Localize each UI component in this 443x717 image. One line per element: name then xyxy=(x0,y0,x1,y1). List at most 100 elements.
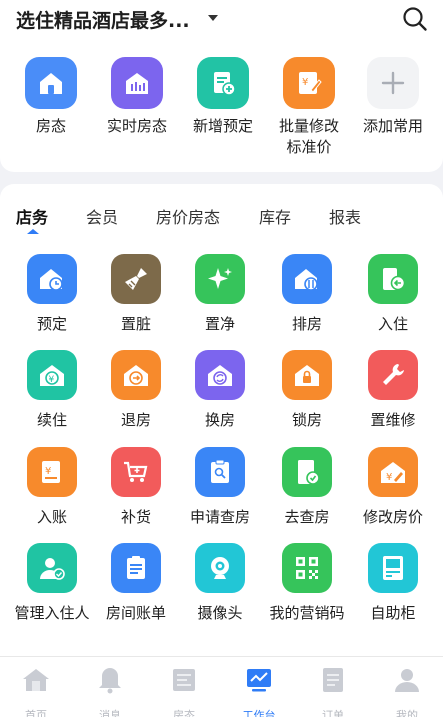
check-out-icon xyxy=(111,350,161,400)
grid-item-set-maintenance[interactable]: 置维修 xyxy=(349,350,437,430)
grid-item-label: 锁房 xyxy=(291,411,322,429)
quick-action-add-favorite[interactable]: 添加常用 xyxy=(350,57,436,137)
grid-item-label: 管理入住人 xyxy=(14,604,90,622)
grid-item-restock[interactable]: 补货 xyxy=(92,447,180,527)
profile-icon xyxy=(395,669,419,692)
grid-item-mark-dirty[interactable]: 置脏 xyxy=(92,254,180,334)
tab-members[interactable]: 会员 xyxy=(86,204,118,228)
nav-room-status[interactable]: 房态 xyxy=(154,665,214,717)
nav-label: 工作台 xyxy=(242,709,276,717)
grid-item-label: 排房 xyxy=(291,315,322,333)
cart-icon xyxy=(111,447,161,497)
sparkle-icon xyxy=(195,254,245,304)
tab-reports[interactable]: 报表 xyxy=(329,204,361,228)
price-edit-icon: ¥ xyxy=(283,57,335,109)
grid-item-edit-room-price[interactable]: ¥ 修改房价 xyxy=(349,447,437,527)
grid-item-marketing-code[interactable]: 我的营销码 xyxy=(263,543,351,623)
qr-code-icon xyxy=(282,543,332,593)
tab-indicator xyxy=(27,229,39,234)
grid-item-go-inspect[interactable]: 去查房 xyxy=(263,447,351,527)
broom-icon xyxy=(111,254,161,304)
grid-item-check-out[interactable]: 退房 xyxy=(92,350,180,430)
grid-item-label: 我的营销码 xyxy=(269,604,345,622)
quick-actions: 房态 实时房态 新增预定 ¥ 批量修改 标准价 添加常用 xyxy=(0,40,443,172)
grid-item-mark-clean[interactable]: 置净 xyxy=(176,254,264,334)
nav-label: 我的 xyxy=(396,709,418,717)
bell-icon xyxy=(99,668,121,694)
grid-item-label: 房间账单 xyxy=(105,604,166,622)
order-icon xyxy=(323,668,343,692)
grid-item-label: 换房 xyxy=(204,411,235,429)
quick-action-new-booking[interactable]: 新增预定 xyxy=(180,57,266,137)
grid-item-request-inspection[interactable]: 申请查房 xyxy=(176,447,264,527)
nav-label: 订单 xyxy=(322,709,344,717)
tab-inventory[interactable]: 库存 xyxy=(259,204,291,228)
bill-icon xyxy=(111,543,161,593)
grid-item-post-charge[interactable]: ¥ 入账 xyxy=(8,447,96,527)
workbench-icon xyxy=(247,669,271,692)
manage-guest-icon xyxy=(27,543,77,593)
grid-item-extend-stay[interactable]: ¥ 续住 xyxy=(8,350,96,430)
house-icon xyxy=(25,57,77,109)
quick-action-label: 房态 xyxy=(35,117,66,135)
grid-item-label: 自助柜 xyxy=(370,604,416,622)
room-status-icon xyxy=(173,669,195,691)
plus-icon xyxy=(367,57,419,109)
edit-price-house-icon: ¥ xyxy=(368,447,418,497)
quick-action-batch-price[interactable]: ¥ 批量修改 标准价 xyxy=(266,57,352,158)
tab-room-price-status[interactable]: 房价房态 xyxy=(156,204,220,228)
hotel-name[interactable]: 选住精品酒店最多... xyxy=(16,6,190,33)
refresh-house-icon xyxy=(195,350,245,400)
door-check-icon xyxy=(282,447,332,497)
grid-item-assign-room[interactable]: 排房 xyxy=(263,254,351,334)
grid-item-label: 退房 xyxy=(120,411,151,429)
grid-item-lock-room[interactable]: 锁房 xyxy=(263,350,351,430)
quick-action-realtime[interactable]: 实时房态 xyxy=(94,57,180,137)
search-icon[interactable] xyxy=(402,6,428,32)
svg-text:¥: ¥ xyxy=(45,466,51,477)
nav-label: 房态 xyxy=(173,709,195,717)
nav-profile[interactable]: 我的 xyxy=(377,665,437,717)
grid-item-reserve[interactable]: 预定 xyxy=(8,254,96,334)
svg-text:¥: ¥ xyxy=(302,77,308,88)
grid-item-change-room[interactable]: 换房 xyxy=(176,350,264,430)
nav-workbench[interactable]: 工作台 xyxy=(229,665,289,717)
tab-store-affairs[interactable]: 店务 xyxy=(16,204,48,228)
svg-text:¥: ¥ xyxy=(49,375,55,385)
grid-item-label: 置维修 xyxy=(370,411,416,429)
nav-label: 消息 xyxy=(99,709,121,717)
header: 选住精品酒店最多... xyxy=(0,0,443,40)
nav-orders[interactable]: 订单 xyxy=(303,665,363,717)
quick-action-label: 批量修改 标准价 xyxy=(278,117,339,156)
grid-item-self-service-kiosk[interactable]: 自助柜 xyxy=(349,543,437,623)
grid-item-label: 补货 xyxy=(120,508,151,526)
add-document-icon xyxy=(197,57,249,109)
grid-item-label: 申请查房 xyxy=(189,508,250,526)
quick-action-label: 新增预定 xyxy=(192,117,253,135)
grid-item-camera[interactable]: 摄像头 xyxy=(176,543,264,623)
nav-home[interactable]: 首页 xyxy=(6,665,66,717)
yen-document-icon: ¥ xyxy=(27,447,77,497)
grid-item-label: 入账 xyxy=(36,508,67,526)
quick-action-room-status[interactable]: 房态 xyxy=(8,57,94,137)
tab-bar: 店务 会员 房价房态 库存 报表 xyxy=(0,184,443,234)
grid-item-label: 入住 xyxy=(377,315,408,333)
wrench-icon xyxy=(368,350,418,400)
grid-item-check-in[interactable]: 入住 xyxy=(349,254,437,334)
dropdown-caret-icon[interactable] xyxy=(208,15,218,21)
bottom-nav: 首页 消息 房态 工作台 订单 我的 xyxy=(0,656,443,717)
camera-icon xyxy=(195,543,245,593)
grid-item-room-bill[interactable]: 房间账单 xyxy=(92,543,180,623)
grid-item-manage-guests[interactable]: 管理入住人 xyxy=(8,543,96,623)
clock-house-icon xyxy=(27,254,77,304)
workbench-panel: 店务 会员 房价房态 库存 报表 预定 置脏 置净 排房 入住 ¥ 续住 退房 … xyxy=(0,184,443,656)
lock-icon xyxy=(282,350,332,400)
yen-house-icon: ¥ xyxy=(27,350,77,400)
grid-item-label: 续住 xyxy=(36,411,67,429)
grid-item-label: 去查房 xyxy=(284,508,330,526)
clipboard-search-icon xyxy=(195,447,245,497)
quick-action-label: 添加常用 xyxy=(362,117,423,135)
nav-messages[interactable]: 消息 xyxy=(80,665,140,717)
bar-chart-icon xyxy=(111,57,163,109)
home-icon xyxy=(23,669,49,691)
